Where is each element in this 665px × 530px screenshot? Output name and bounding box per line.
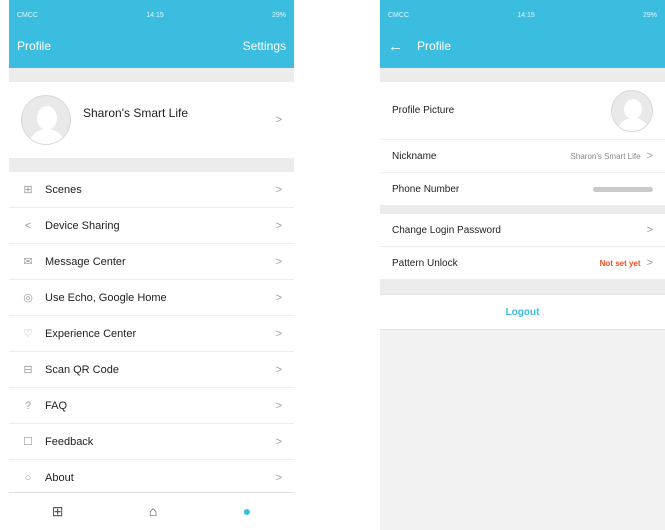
chevron-right-icon: > (275, 399, 282, 412)
menu-item-label: Message Center (45, 255, 126, 268)
avatar-body-icon (618, 117, 648, 131)
menu-item-device-sharing[interactable]: < Device Sharing > (9, 208, 294, 244)
chevron-right-icon: > (275, 472, 282, 484)
menu-item-label: Experience Center (45, 327, 137, 340)
tab-profile[interactable]: ● (243, 504, 251, 520)
phone-number-row[interactable]: Phone Number (380, 173, 665, 206)
mail-icon: ✉ (23, 256, 33, 268)
chevron-right-icon: > (646, 224, 653, 236)
avatar (611, 89, 653, 132)
status-bar: CMCC 14:15 29% (380, 0, 665, 30)
section-divider (380, 280, 665, 294)
bottom-tab-bar: ⊞ ⌂ ● (9, 492, 294, 530)
avatar-body-icon (30, 129, 64, 144)
clock: 14:15 (146, 11, 164, 19)
logout-button[interactable]: Logout (380, 294, 665, 330)
chevron-right-icon: > (275, 435, 282, 448)
chevron-right-icon: > (275, 219, 282, 232)
avatar-head-icon (624, 98, 642, 119)
avatar-head-icon (37, 106, 57, 130)
menu-item-scan-qr-code[interactable]: ⊟ Scan QR Code > (9, 352, 294, 388)
scan-icon: ⊟ (23, 364, 33, 376)
security-settings: Change Login Password > Pattern Unlock N… (380, 214, 665, 280)
tab-devices[interactable]: ⊞ (52, 504, 64, 520)
chevron-right-icon: > (646, 150, 653, 162)
chevron-right-icon: > (275, 327, 282, 340)
chevron-right-icon: > (275, 363, 282, 376)
change-password-label: Change Login Password (392, 224, 501, 236)
home-icon: ⌂ (148, 502, 158, 519)
status-bar: CMCC 14:15 29% (9, 0, 294, 30)
share-icon: < (24, 219, 32, 232)
app-bar: Profile Settings (9, 30, 294, 68)
user-icon: ● (242, 502, 252, 519)
grid-icon: ⊞ (51, 502, 64, 519)
chevron-right-icon: > (275, 291, 282, 304)
page-title: Profile (417, 39, 452, 53)
section-divider (9, 158, 294, 172)
change-password-row[interactable]: Change Login Password > (380, 214, 665, 247)
menu-item-experience-center[interactable]: ♡ Experience Center > (9, 316, 294, 352)
profile-name: Sharon's Smart Life (83, 106, 189, 120)
chevron-right-icon: > (275, 255, 282, 268)
menu-item-label: Feedback (45, 435, 94, 448)
profile-screen: CMCC 14:15 29% Profile Settings Sharon's… (9, 0, 294, 530)
profile-picture-row[interactable]: Profile Picture (380, 82, 665, 140)
chevron-right-icon: > (646, 257, 653, 269)
nickname-value: Sharon's Smart Life (570, 151, 641, 161)
voice-icon: ◎ (23, 292, 33, 304)
chevron-right-icon: > (275, 183, 282, 196)
heart-icon: ♡ (23, 328, 33, 340)
redacted-phone-number (593, 186, 653, 192)
menu-item-faq[interactable]: ? FAQ > (9, 388, 294, 424)
battery-label: 29% (271, 11, 286, 19)
menu-item-feedback[interactable]: ☐ Feedback > (9, 424, 294, 460)
page-title: Profile (17, 39, 52, 53)
profile-card[interactable]: Sharon's Smart Life > (9, 82, 294, 158)
menu-item-message-center[interactable]: ✉ Message Center > (9, 244, 294, 280)
feedback-icon: ☐ (23, 436, 33, 448)
menu-item-label: FAQ (45, 399, 68, 412)
pattern-unlock-status: Not set yet (599, 258, 641, 268)
menu-item-label: Scan QR Code (45, 363, 119, 376)
carrier-label: CMCC (17, 11, 38, 19)
chevron-right-icon: > (275, 114, 282, 126)
settings-button[interactable]: Settings (243, 39, 286, 53)
tab-home[interactable]: ⌂ (149, 504, 157, 520)
menu-item-echo-google-home[interactable]: ◎ Use Echo, Google Home > (9, 280, 294, 316)
menu-item-label: About (45, 472, 74, 484)
pattern-unlock-row[interactable]: Pattern Unlock Not set yet > (380, 247, 665, 280)
menu-item-label: Device Sharing (45, 219, 120, 232)
menu-list: ⊞ Scenes > < Device Sharing > ✉ Message … (9, 172, 294, 496)
phone-number-label: Phone Number (392, 183, 460, 195)
nickname-row[interactable]: Nickname Sharon's Smart Life > (380, 140, 665, 173)
clock: 14:15 (517, 11, 535, 19)
menu-item-scenes[interactable]: ⊞ Scenes > (9, 172, 294, 208)
profile-details: Profile Picture Nickname Sharon's Smart … (380, 82, 665, 206)
pattern-unlock-label: Pattern Unlock (392, 257, 458, 269)
grid-icon: ⊞ (23, 184, 33, 196)
avatar (21, 95, 71, 145)
app-bar: ← Profile (380, 30, 665, 68)
nickname-label: Nickname (392, 150, 437, 162)
section-divider (380, 68, 665, 82)
menu-item-label: Use Echo, Google Home (45, 291, 167, 304)
carrier-label: CMCC (388, 11, 409, 19)
help-icon: ? (24, 399, 32, 412)
menu-item-about[interactable]: ○ About > (9, 460, 294, 496)
back-arrow-icon[interactable]: ← (388, 39, 403, 54)
profile-picture-label: Profile Picture (392, 105, 455, 116)
info-icon: ○ (24, 472, 32, 484)
battery-label: 29% (642, 11, 657, 19)
section-divider (380, 206, 665, 214)
menu-item-label: Scenes (45, 183, 82, 196)
section-divider (9, 68, 294, 82)
app-bar-left: ← Profile (388, 39, 451, 54)
profile-detail-screen: CMCC 14:15 29% ← Profile Profile Picture… (380, 0, 665, 530)
